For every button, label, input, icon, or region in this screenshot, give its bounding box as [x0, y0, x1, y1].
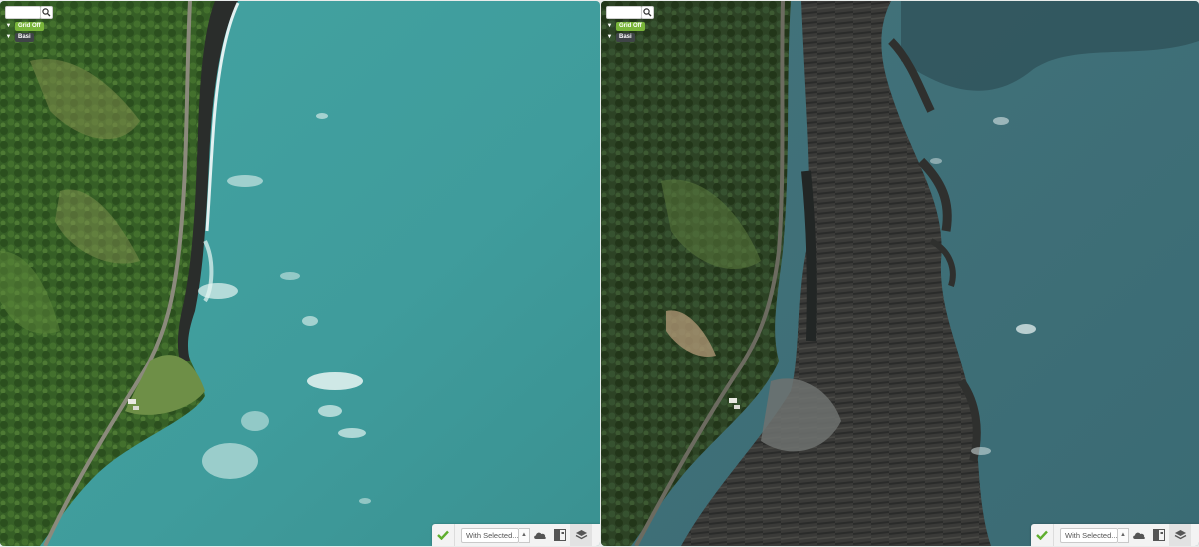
map-pane-left[interactable]: ▼ Grid Off ▼ Basi With Selected... ▲: [0, 1, 600, 546]
grid-control: ▼ Grid Off: [5, 21, 44, 31]
search-button[interactable]: [641, 6, 654, 19]
compare-icon: [1153, 529, 1165, 541]
selection-toolbar-right: With Selected... ▲: [1031, 524, 1199, 546]
compare-button[interactable]: [550, 524, 570, 546]
chevron-down-icon[interactable]: ▼: [606, 21, 613, 31]
search-input[interactable]: [5, 6, 41, 19]
cloud-icon: [1133, 532, 1145, 539]
grid-control: ▼ Grid Off: [606, 21, 645, 31]
search-input[interactable]: [606, 6, 642, 19]
check-icon: [1036, 530, 1048, 540]
compare-icon: [554, 529, 566, 541]
select-check-button[interactable]: [432, 524, 455, 546]
with-selected-dropdown[interactable]: With Selected...: [461, 527, 519, 543]
grid-toggle-button[interactable]: Grid Off: [616, 21, 645, 31]
layers-button[interactable]: [1169, 524, 1191, 546]
cloud-button[interactable]: [1129, 524, 1149, 546]
layers-icon: [575, 530, 587, 540]
satellite-map-right[interactable]: [601, 1, 1199, 546]
select-check-button[interactable]: [1031, 524, 1054, 546]
with-selected-dropdown[interactable]: With Selected...: [1060, 527, 1118, 543]
basemap-control: ▼ Basi: [5, 32, 34, 42]
grid-toggle-button[interactable]: Grid Off: [15, 21, 44, 31]
layers-button[interactable]: [570, 524, 592, 546]
satellite-map-left[interactable]: [0, 1, 600, 546]
basemap-button[interactable]: Basi: [616, 32, 635, 42]
layers-icon: [1174, 530, 1186, 540]
selection-toolbar-left: With Selected... ▲: [432, 524, 600, 546]
compare-button[interactable]: [1149, 524, 1169, 546]
map-pane-right[interactable]: ▼ Grid Off ▼ Basi With Selected... ▲: [601, 1, 1199, 546]
cloud-icon: [534, 532, 546, 539]
basemap-button[interactable]: Basi: [15, 32, 34, 42]
chevron-down-icon[interactable]: ▼: [5, 21, 12, 31]
search-icon: [42, 8, 51, 17]
chevron-down-icon[interactable]: ▼: [5, 32, 12, 42]
chevron-up-icon[interactable]: ▲: [1118, 527, 1129, 543]
cloud-button[interactable]: [530, 524, 550, 546]
chevron-up-icon[interactable]: ▲: [519, 527, 530, 543]
comparison-view: ▼ Grid Off ▼ Basi With Selected... ▲ ▼ G…: [0, 0, 1199, 547]
search-button[interactable]: [40, 6, 53, 19]
chevron-down-icon[interactable]: ▼: [606, 32, 613, 42]
search-icon: [643, 8, 652, 17]
check-icon: [437, 530, 449, 540]
basemap-control: ▼ Basi: [606, 32, 635, 42]
